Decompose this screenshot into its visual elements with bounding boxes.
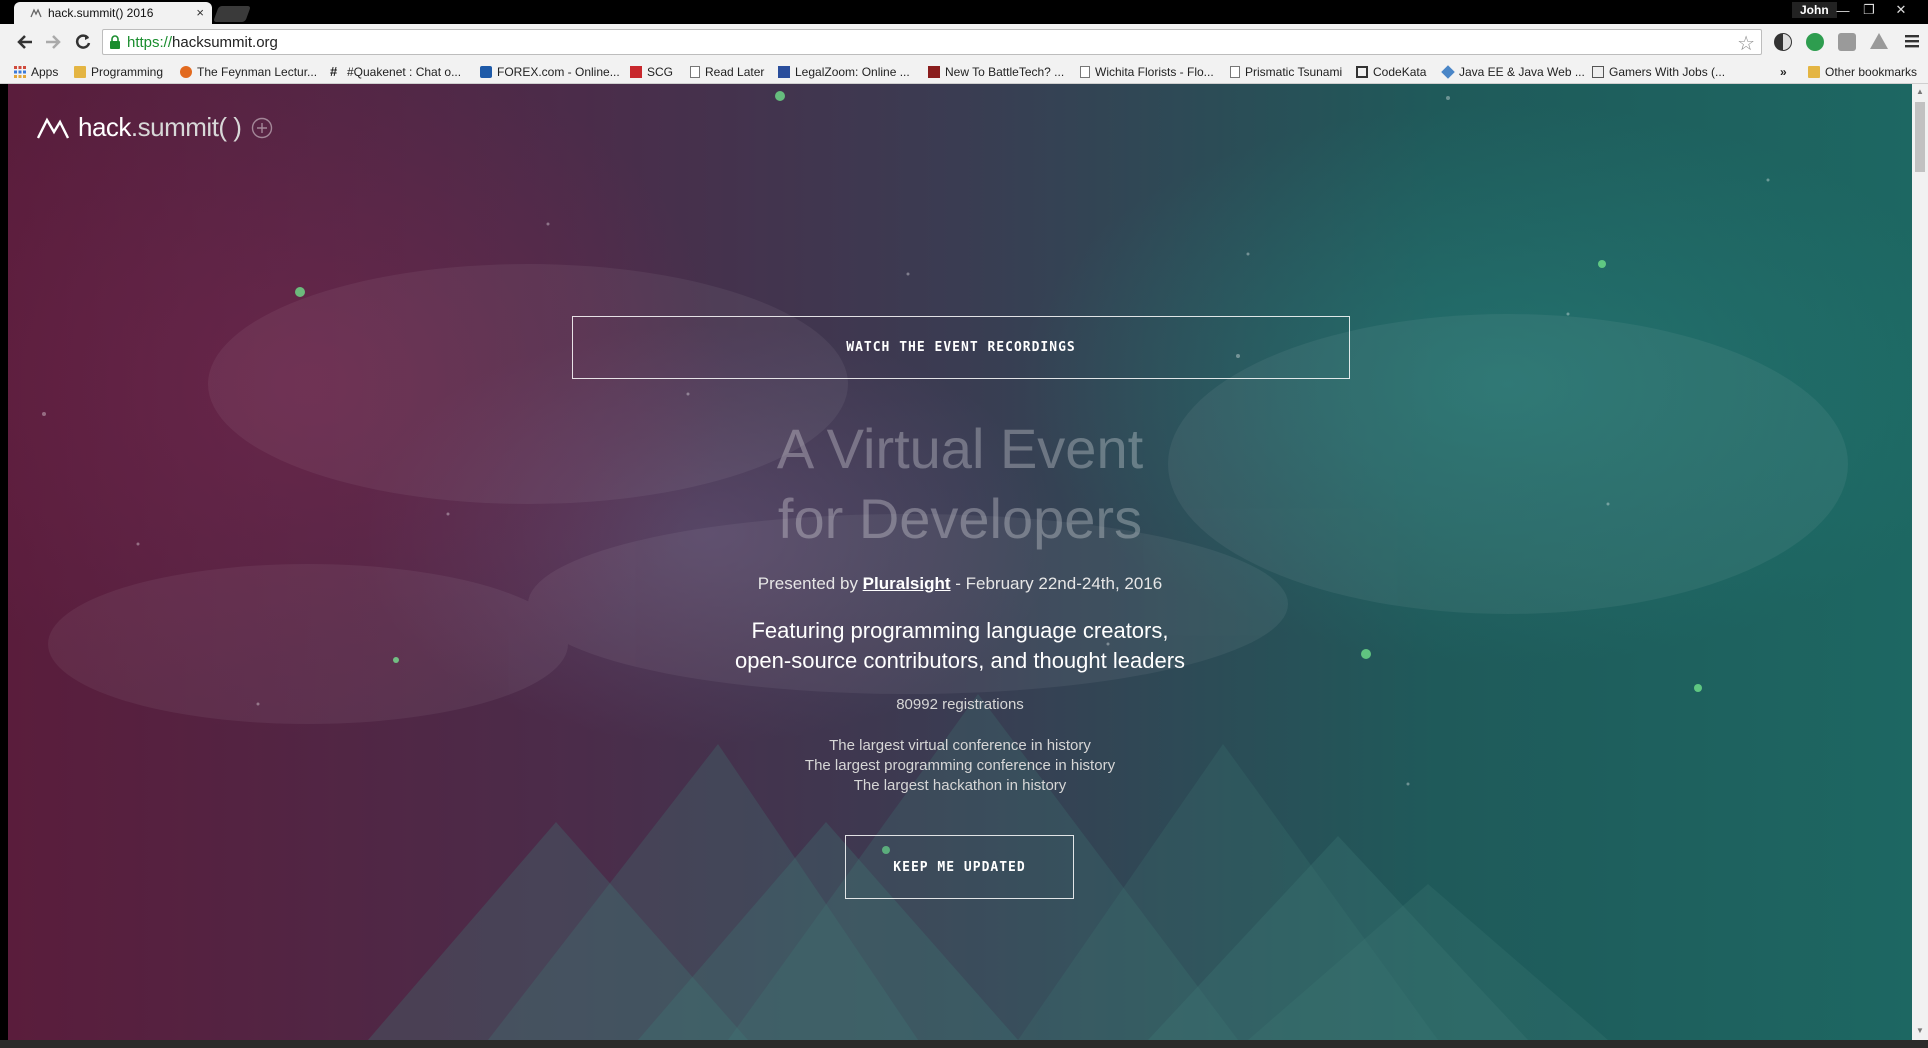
bookmark-prismatic-tsunami[interactable]: Prismatic Tsunami: [1230, 64, 1342, 80]
claim-hackathon: The largest hackathon in history: [853, 777, 1067, 794]
forex-icon: [480, 66, 492, 78]
battletech-icon: [928, 66, 940, 78]
claim-programming: The largest programming conference in hi…: [804, 757, 1116, 774]
logo-wordmark: hack.summit( ): [78, 112, 242, 142]
restore-button[interactable]: ❐: [1856, 0, 1882, 20]
bookmark-forex[interactable]: FOREX.com - Online...: [480, 64, 620, 80]
headline-line-1: A Virtual Event: [776, 417, 1144, 480]
bookmark-gamers-with-jobs[interactable]: Gamers With Jobs (...: [1592, 64, 1725, 80]
forward-button[interactable]: [42, 31, 64, 53]
bookmark-java-ee[interactable]: Java EE & Java Web ...: [1441, 64, 1585, 80]
bookmark-legalzoom[interactable]: LegalZoom: Online ...: [778, 64, 910, 80]
bookmark-scg[interactable]: SCG: [630, 64, 673, 80]
page-viewport: hack.summit( ) WATCH THE EVENT RECORDING…: [8, 84, 1912, 1040]
bookmark-codekata[interactable]: CodeKata: [1356, 64, 1426, 80]
java-icon: [1441, 65, 1455, 79]
bookmark-feynman[interactable]: The Feynman Lectur...: [180, 64, 317, 80]
new-tab-button[interactable]: [213, 6, 251, 22]
folder-icon: [1808, 66, 1820, 78]
url-scheme: https://: [127, 33, 173, 51]
contrast-extension-icon[interactable]: [1774, 33, 1792, 51]
os-taskbar: [0, 1040, 1928, 1048]
pluralsight-link[interactable]: Pluralsight: [863, 574, 951, 593]
claim-virtual: The largest virtual conference in histor…: [829, 737, 1091, 754]
tab-close-icon[interactable]: ×: [196, 5, 204, 20]
bookmark-wichita-florists[interactable]: Wichita Florists - Flo...: [1080, 64, 1214, 80]
presented-by-line: Presented by Pluralsight - February 22nd…: [757, 574, 1163, 593]
legalzoom-icon: [778, 66, 790, 78]
grey-extension-icon[interactable]: [1838, 33, 1856, 51]
flame-icon: [180, 66, 192, 78]
browser-toolbar: https://hacksummit.org ☆: [0, 24, 1928, 60]
window-titlebar: hack.summit() 2016 × John — ❐ ✕: [0, 0, 1928, 24]
bookmark-read-later[interactable]: Read Later: [690, 64, 764, 80]
scroll-up-icon[interactable]: ▲: [1916, 87, 1924, 96]
tab-hacksummit[interactable]: hack.summit() 2016 ×: [14, 2, 212, 24]
hamburger-icon: [1905, 35, 1919, 48]
page-icon: [690, 66, 700, 78]
reload-button[interactable]: [72, 31, 94, 53]
tab-title: hack.summit() 2016: [48, 6, 154, 20]
page-scrollbar[interactable]: ▲ ▼: [1912, 84, 1928, 1040]
bookmark-battletech[interactable]: New To BattleTech? ...: [928, 64, 1064, 80]
hash-icon: #: [330, 64, 338, 79]
scroll-down-icon[interactable]: ▼: [1916, 1026, 1924, 1035]
watch-recordings-button[interactable]: WATCH THE EVENT RECORDINGS: [572, 316, 1350, 379]
bookmark-apps[interactable]: Apps: [14, 64, 58, 80]
reload-icon: [75, 34, 91, 49]
page-icon: [1080, 66, 1090, 78]
lock-icon: [110, 35, 120, 49]
gamers-icon: [1592, 66, 1604, 78]
bookmark-quakenet[interactable]: # #Quakenet : Chat o...: [330, 64, 461, 80]
keep-me-updated-button[interactable]: KEEP ME UPDATED: [845, 835, 1074, 899]
hacksummit-favicon-icon: [30, 8, 42, 18]
bookmarks-bar: Apps Programming The Feynman Lectur... #…: [0, 60, 1928, 84]
page-icon: [1230, 66, 1240, 78]
headline-line-2: for Developers: [777, 487, 1143, 550]
menu-icon[interactable]: [1904, 33, 1922, 51]
registrations-count: 80992 registrations: [896, 696, 1024, 713]
forward-arrow-icon: [46, 35, 61, 49]
bookmarks-overflow-chevron-icon[interactable]: »: [1780, 64, 1787, 80]
hacksummit-logo[interactable]: hack.summit( ): [36, 112, 273, 143]
apps-grid-icon: [14, 66, 26, 78]
folder-icon: [74, 66, 86, 78]
back-button[interactable]: [14, 31, 36, 53]
address-bar[interactable]: https://hacksummit.org ☆: [102, 29, 1762, 55]
scg-icon: [630, 66, 642, 78]
mountain-logo-icon: [36, 116, 70, 139]
url-host: hacksummit.org: [172, 33, 278, 51]
largest-claims: The largest virtual conference in histor…: [8, 736, 1912, 796]
bookmark-programming[interactable]: Programming: [74, 64, 163, 80]
featuring-text: Featuring programming language creators,…: [734, 618, 1186, 673]
green-extension-icon[interactable]: [1806, 33, 1824, 51]
close-window-button[interactable]: ✕: [1888, 0, 1914, 20]
codekata-icon: [1356, 66, 1368, 78]
minimize-button[interactable]: —: [1830, 0, 1856, 20]
plus-circle-icon[interactable]: [251, 117, 273, 139]
back-arrow-icon: [17, 35, 32, 49]
bookmark-star-icon[interactable]: ☆: [1737, 31, 1755, 56]
bookmark-other-bookmarks[interactable]: Other bookmarks: [1808, 64, 1917, 80]
drive-extension-icon[interactable]: [1870, 33, 1888, 49]
scrollbar-thumb[interactable]: [1915, 102, 1925, 172]
